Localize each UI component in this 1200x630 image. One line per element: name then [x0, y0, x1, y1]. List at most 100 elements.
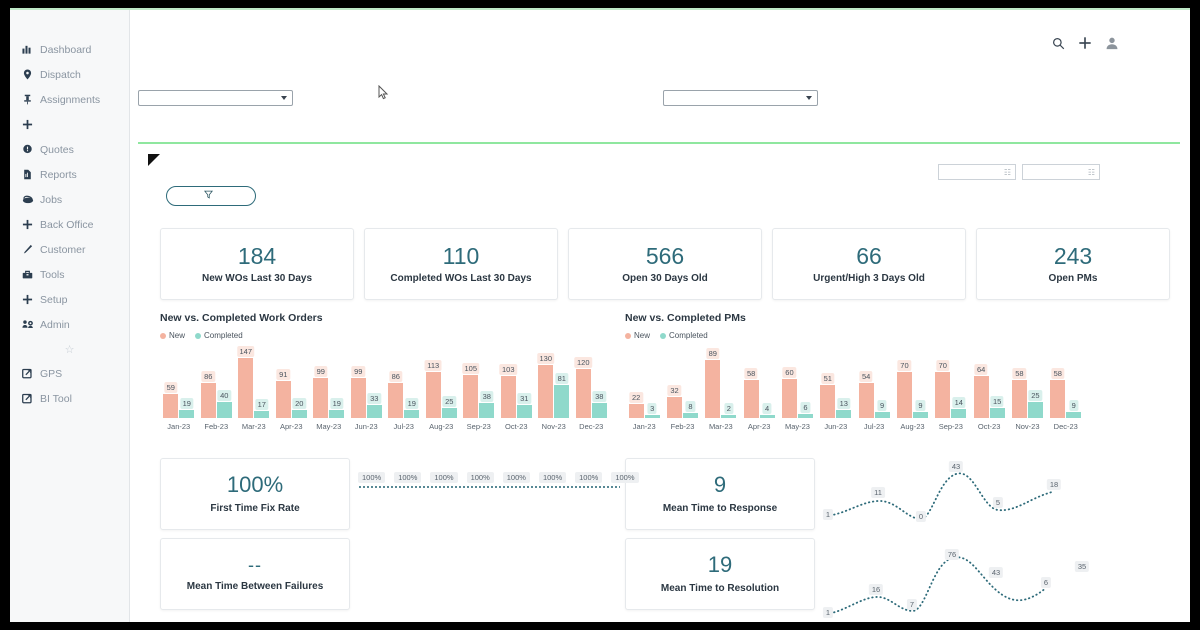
sidebar-item-gps[interactable]: GPS	[10, 361, 129, 386]
sidebar-item-jobs[interactable]: Jobs	[10, 187, 129, 212]
metric-label: Mean Time Between Failures	[186, 581, 324, 592]
bar-new[interactable]: 70	[896, 360, 912, 418]
bar-value-label: 58	[1012, 368, 1027, 380]
sparkline-point-label: 7	[906, 599, 918, 610]
bar-new[interactable]: 113	[424, 359, 442, 418]
bar-new[interactable]: 91	[275, 368, 291, 418]
bar-completed[interactable]: 6	[797, 402, 813, 418]
kpi-value: 110	[442, 242, 480, 269]
sidebar-item-bi-tool[interactable]: BI Tool	[10, 386, 129, 411]
legend-label: New	[634, 331, 651, 340]
bar-completed[interactable]: 31	[516, 393, 532, 418]
bar-group: 103 31	[498, 346, 536, 418]
sidebar-item-admin[interactable]: Admin	[10, 312, 129, 337]
bar-completed[interactable]: 19	[404, 398, 420, 418]
view-select[interactable]	[663, 90, 818, 106]
date-from-input[interactable]: ☷	[938, 164, 1016, 180]
bar-new[interactable]: 60	[781, 366, 797, 418]
bar-new[interactable]: 64	[973, 364, 989, 418]
filters-button[interactable]	[166, 186, 256, 206]
chart-pms: New vs. Completed PMs New Completed 22 3 32 8 8…	[625, 312, 1085, 431]
bar-new[interactable]: 99	[313, 365, 329, 418]
bar-value-label: 20	[292, 397, 306, 409]
sidebar-item-setup[interactable]: Setup	[10, 287, 129, 312]
metric-value: --	[248, 555, 262, 575]
bar-completed[interactable]: 9	[912, 400, 928, 418]
bar-new[interactable]: 70	[935, 360, 951, 418]
bar-completed[interactable]: 38	[479, 390, 495, 418]
bar-completed[interactable]: 20	[291, 397, 307, 418]
bar-group: 51 13	[817, 346, 855, 418]
metric-label: Mean Time to Resolution	[660, 583, 780, 594]
sidebar-item-dashboard[interactable]: Dashboard	[10, 37, 129, 62]
sidebar-item-customer[interactable]: Customer	[10, 237, 129, 262]
mouse-cursor	[378, 84, 389, 105]
bar-completed[interactable]: 81	[554, 372, 570, 418]
bar-completed[interactable]: 33	[366, 392, 382, 418]
bar-new[interactable]: 59	[163, 381, 179, 418]
sidebar-item-dispatch[interactable]: Dispatch	[10, 62, 129, 87]
bar-completed[interactable]: 4	[759, 403, 775, 418]
bar-value-label: 33	[367, 392, 381, 404]
bar-new[interactable]: 105	[461, 363, 480, 418]
bar-new[interactable]: 89	[705, 348, 721, 418]
kpi-label: Open PMs	[1048, 273, 1098, 285]
bar-completed[interactable]: 9	[874, 400, 890, 418]
bar-new[interactable]: 54	[858, 370, 874, 418]
function-select[interactable]	[138, 90, 293, 106]
bar-value-label: 103	[499, 363, 518, 375]
chart-title: New vs. Completed Work Orders	[160, 312, 323, 324]
search-icon[interactable]	[1052, 37, 1065, 50]
bar-new[interactable]: 103	[499, 363, 518, 418]
bar-completed[interactable]: 19	[329, 398, 345, 418]
legend-label: Completed	[669, 331, 708, 340]
bar-value-label: 89	[706, 348, 720, 359]
metric-label: First Time Fix Rate	[210, 503, 300, 514]
bar-completed[interactable]: 15	[989, 396, 1005, 418]
user-avatar-icon[interactable]	[1105, 36, 1119, 50]
sidebar-item-tools[interactable]: Tools	[10, 262, 129, 287]
sidebar-item-reports[interactable]: Reports	[10, 162, 129, 187]
bar-new[interactable]: 86	[200, 370, 216, 418]
bar-new[interactable]: 58	[1011, 368, 1027, 418]
bar-completed[interactable]: 19	[179, 398, 195, 418]
bar-completed[interactable]: 9	[1066, 400, 1082, 418]
bar-completed[interactable]: 3	[644, 403, 660, 418]
sidebar-item-back-office[interactable]: Back Office	[10, 212, 129, 237]
bar-completed[interactable]: 13	[836, 397, 852, 418]
bar-value-label: 81	[555, 372, 569, 384]
bar-new[interactable]: 51	[820, 372, 836, 418]
star-icon[interactable]: ☆	[10, 337, 129, 361]
bar-new[interactable]: 32	[666, 385, 682, 418]
metric-card-mttr-response: 9 Mean Time to Response	[625, 458, 815, 530]
bar-completed[interactable]: 17	[254, 399, 270, 418]
sidebar-item-label: GPS	[40, 367, 63, 380]
bar-value-label: 38	[480, 390, 494, 402]
bar-new[interactable]: 120	[574, 357, 593, 418]
bar-completed[interactable]: 2	[721, 403, 737, 418]
bar-new[interactable]: 58	[743, 368, 759, 418]
bar-completed[interactable]: 38	[591, 390, 607, 418]
sidebar-item-add[interactable]	[10, 112, 129, 137]
bar-new[interactable]: 99	[350, 365, 366, 418]
bar-new[interactable]: 147	[236, 346, 255, 418]
sidebar-item-label: Quotes	[40, 143, 74, 156]
kpi-label: Urgent/High 3 Days Old	[813, 273, 925, 285]
bar-new[interactable]: 58	[1050, 368, 1066, 418]
bar-completed[interactable]: 25	[1027, 389, 1043, 418]
bar-completed[interactable]: 8	[682, 400, 698, 418]
x-tick-label: Sep-23	[938, 422, 963, 431]
bar-completed[interactable]: 14	[951, 396, 967, 418]
date-to-input[interactable]: ☷	[1022, 164, 1100, 180]
sparkline-resolution: 1 16 7 76 43 6 35	[820, 538, 1100, 620]
bar-completed[interactable]: 40	[216, 389, 232, 418]
bar-new[interactable]: 22	[628, 391, 644, 418]
bar-new[interactable]: 86	[388, 370, 404, 418]
bar-value-label: 9	[877, 400, 887, 412]
bar-new[interactable]: 130	[536, 352, 555, 418]
bar-value-label: 60	[782, 366, 797, 378]
plus-icon[interactable]	[1078, 36, 1092, 50]
sidebar-item-quotes[interactable]: Quotes	[10, 137, 129, 162]
bar-completed[interactable]: 25	[441, 395, 457, 418]
sidebar-item-assignments[interactable]: Assignments	[10, 87, 129, 112]
